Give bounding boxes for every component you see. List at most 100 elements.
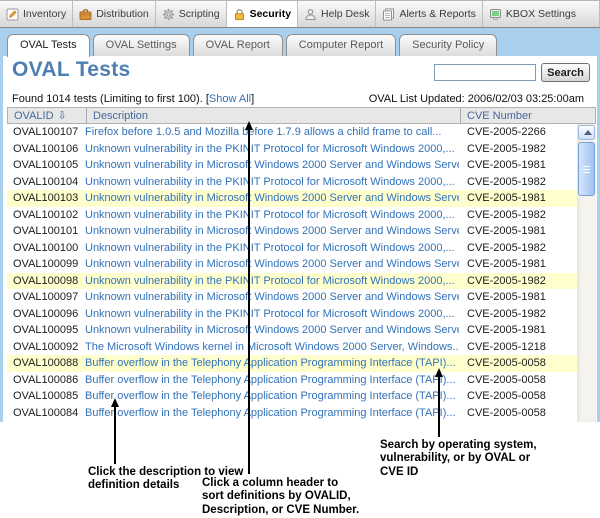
table-body: OVAL100107Firefox before 1.0.5 and Mozil… <box>7 124 577 421</box>
table-row: OVAL100096Unknown vulnerability in the P… <box>7 306 577 323</box>
description-link[interactable]: Unknown vulnerability in Microsoft Windo… <box>85 159 459 171</box>
description-link[interactable]: Buffer overflow in the Telephony Applica… <box>85 357 456 369</box>
result-count-line: Found 1014 tests (Limiting to first 100)… <box>12 93 254 105</box>
column-header-ovalid-label: OVALID <box>14 110 54 122</box>
description-link[interactable]: Unknown vulnerability in Microsoft Windo… <box>85 291 459 303</box>
cve-cell: CVE-2005-1981 <box>459 258 577 270</box>
tab-computer-report[interactable]: Computer Report <box>286 34 396 56</box>
table-row: OVAL100105Unknown vulnerability in Micro… <box>7 157 577 174</box>
search-button[interactable]: Search <box>541 63 590 82</box>
nav-item-label: KBOX Settings <box>506 8 576 20</box>
nav-item-kbox-settings[interactable]: KBOX Settings <box>483 1 600 27</box>
description-cell: Buffer overflow in the Telephony Applica… <box>85 407 459 419</box>
description-cell: Unknown vulnerability in the PKINIT Prot… <box>85 209 459 221</box>
nav-item-security[interactable]: Security <box>227 1 298 27</box>
cve-cell: CVE-2005-1982 <box>459 176 577 188</box>
description-cell: Unknown vulnerability in the PKINIT Prot… <box>85 143 459 155</box>
nav-item-label: Distribution <box>96 8 149 20</box>
description-link[interactable]: Unknown vulnerability in the PKINIT Prot… <box>85 176 455 188</box>
cve-cell: CVE-2005-0058 <box>459 357 577 369</box>
tab-oval-settings[interactable]: OVAL Settings <box>93 34 190 56</box>
nav-item-inventory[interactable]: Inventory <box>0 1 73 27</box>
column-header-ovalid[interactable]: OVALID⇩ <box>8 108 86 123</box>
description-link[interactable]: Unknown vulnerability in Microsoft Windo… <box>85 324 459 336</box>
scrollbar-up-arrow[interactable] <box>578 125 595 140</box>
table-row: OVAL100085Buffer overflow in the Telepho… <box>7 388 577 405</box>
description-cell: Unknown vulnerability in the PKINIT Prot… <box>85 242 459 254</box>
cve-cell: CVE-2005-1982 <box>459 275 577 287</box>
description-cell: Unknown vulnerability in Microsoft Windo… <box>85 192 459 204</box>
description-link[interactable]: Unknown vulnerability in the PKINIT Prot… <box>85 308 455 320</box>
description-cell: Buffer overflow in the Telephony Applica… <box>85 357 459 369</box>
tab-oval-report[interactable]: OVAL Report <box>193 34 283 56</box>
ovalid-cell: OVAL100097 <box>7 291 85 303</box>
vertical-scrollbar[interactable] <box>577 124 596 422</box>
ovalid-cell: OVAL100107 <box>7 126 85 138</box>
description-link[interactable]: The Microsoft Windows kernel in Microsof… <box>85 341 459 353</box>
cve-cell: CVE-2005-1981 <box>459 225 577 237</box>
ovalid-cell: OVAL100106 <box>7 143 85 155</box>
description-cell: Unknown vulnerability in Microsoft Windo… <box>85 291 459 303</box>
ovalid-cell: OVAL100096 <box>7 308 85 320</box>
cve-cell: CVE-2005-1982 <box>459 308 577 320</box>
description-cell: Unknown vulnerability in Microsoft Windo… <box>85 324 459 336</box>
briefcase-icon <box>79 8 92 21</box>
ovalid-cell: OVAL100103 <box>7 192 85 204</box>
tab-oval-tests[interactable]: OVAL Tests <box>7 34 90 57</box>
ovalid-cell: OVAL100101 <box>7 225 85 237</box>
table-row: OVAL100095Unknown vulnerability in Micro… <box>7 322 577 339</box>
show-all-link[interactable]: Show All <box>209 93 251 105</box>
cve-cell: CVE-2005-0058 <box>459 390 577 402</box>
description-cell: The Microsoft Windows kernel in Microsof… <box>85 341 459 353</box>
description-link[interactable]: Buffer overflow in the Telephony Applica… <box>85 390 456 402</box>
ovalid-cell: OVAL100099 <box>7 258 85 270</box>
table-row: OVAL100099Unknown vulnerability in Micro… <box>7 256 577 273</box>
nav-item-scripting[interactable]: Scripting <box>156 1 227 27</box>
annotation-arrow-search <box>438 377 440 437</box>
ovalid-cell: OVAL100102 <box>7 209 85 221</box>
description-link[interactable]: Unknown vulnerability in Microsoft Windo… <box>85 258 459 270</box>
nav-item-label: Inventory <box>23 8 66 20</box>
description-cell: Firefox before 1.0.5 and Mozilla before … <box>85 126 459 138</box>
description-link[interactable]: Unknown vulnerability in the PKINIT Prot… <box>85 143 455 155</box>
search-input[interactable] <box>434 64 536 81</box>
callout-search-text: Search by operating system, vulnerabilit… <box>380 439 537 479</box>
description-cell: Unknown vulnerability in Microsoft Windo… <box>85 258 459 270</box>
ovalid-cell: OVAL100095 <box>7 324 85 336</box>
nav-item-distribution[interactable]: Distribution <box>73 1 156 27</box>
cve-cell: CVE-2005-2266 <box>459 126 577 138</box>
table-row: OVAL100102Unknown vulnerability in the P… <box>7 207 577 224</box>
person-icon <box>304 8 317 21</box>
result-count-text: Found 1014 tests (Limiting to first 100)… <box>12 93 203 105</box>
description-link[interactable]: Firefox before 1.0.5 and Mozilla before … <box>85 126 441 138</box>
oval-list-updated-text: OVAL List Updated: 2006/02/03 03:25:00am <box>369 93 584 105</box>
documents-icon <box>382 8 395 21</box>
scrollbar-thumb[interactable] <box>578 142 595 196</box>
callout-sort-text: Click a column header to sort definition… <box>202 477 359 517</box>
cve-cell: CVE-2005-0058 <box>459 374 577 386</box>
description-link[interactable]: Buffer overflow in the Telephony Applica… <box>85 407 456 419</box>
description-link[interactable]: Unknown vulnerability in the PKINIT Prot… <box>85 242 455 254</box>
table-row: OVAL100084Buffer overflow in the Telepho… <box>7 405 577 422</box>
nav-item-help-desk[interactable]: Help Desk <box>298 1 376 27</box>
column-header-description[interactable]: Description <box>86 108 460 123</box>
description-link[interactable]: Unknown vulnerability in the PKINIT Prot… <box>85 209 455 221</box>
description-link[interactable]: Unknown vulnerability in Microsoft Windo… <box>85 225 459 237</box>
notepad-pencil-icon <box>6 8 19 21</box>
description-link[interactable]: Unknown vulnerability in Microsoft Windo… <box>85 192 459 204</box>
description-link[interactable]: Unknown vulnerability in the PKINIT Prot… <box>85 275 455 287</box>
tab-security-policy[interactable]: Security Policy <box>399 34 497 56</box>
nav-item-alerts-reports[interactable]: Alerts & Reports <box>376 1 482 27</box>
table-row: OVAL100103Unknown vulnerability in Micro… <box>7 190 577 207</box>
table-row: OVAL100106Unknown vulnerability in the P… <box>7 141 577 158</box>
description-cell: Unknown vulnerability in the PKINIT Prot… <box>85 308 459 320</box>
show-all-bracket-close: ] <box>251 93 254 105</box>
table-row: OVAL100092The Microsoft Windows kernel i… <box>7 339 577 356</box>
cve-cell: CVE-2005-1981 <box>459 159 577 171</box>
description-cell: Unknown vulnerability in the PKINIT Prot… <box>85 176 459 188</box>
description-cell: Buffer overflow in the Telephony Applica… <box>85 390 459 402</box>
column-header-cve[interactable]: CVE Number <box>460 108 595 123</box>
cve-cell: CVE-2005-1982 <box>459 143 577 155</box>
description-link[interactable]: Buffer overflow in the Telephony Applica… <box>85 374 456 386</box>
top-nav: Inventory Distribution ScriptingSecurityHe… <box>0 0 600 28</box>
